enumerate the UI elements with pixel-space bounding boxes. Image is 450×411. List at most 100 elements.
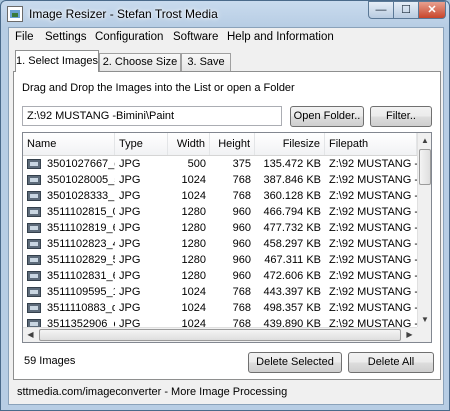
cell-filesize: 467.311 KB xyxy=(264,254,321,266)
cell-filepath: Z:\92 MUSTANG - xyxy=(329,206,417,218)
cell-width: 1280 xyxy=(181,238,206,250)
image-count: 59 Images xyxy=(24,355,76,367)
cell-filepath: Z:\92 MUSTANG - xyxy=(329,222,417,234)
delete-selected-button[interactable]: Delete Selected xyxy=(248,352,342,373)
close-button[interactable]: ✕ xyxy=(418,1,446,19)
table-row[interactable]: 3511102831_6... JPG 1280 960 472.606 KB Z:\92… xyxy=(23,268,417,284)
table-row[interactable]: 3501028333_1... JPG 1024 768 360.128 KB Z:\92… xyxy=(23,188,417,204)
cell-type: JPG xyxy=(119,238,141,250)
cell-type: JPG xyxy=(119,254,141,266)
column-header-type[interactable]: Type xyxy=(115,133,168,155)
table-row[interactable]: 3511102815_0... JPG 1280 960 466.794 KB Z:\92… xyxy=(23,204,417,220)
table-row[interactable]: 3511102819_6... JPG 1280 960 477.732 KB Z:\92… xyxy=(23,220,417,236)
menu-file[interactable]: File xyxy=(15,31,34,43)
folder-path-input[interactable]: Z:\92 MUSTANG -Bimini\Paint xyxy=(22,106,282,126)
cell-height: 960 xyxy=(232,222,251,234)
cell-name: 3501028333_1... xyxy=(47,190,115,202)
cell-height: 768 xyxy=(232,190,251,202)
cell-name: 3511102823_4... xyxy=(47,238,115,250)
table-row[interactable]: 3511102829_5... JPG 1280 960 467.311 KB Z:\92… xyxy=(23,252,417,268)
image-list[interactable]: Name Type Width Height Filesize Filepath… xyxy=(22,132,432,343)
menu-help[interactable]: Help and Information xyxy=(227,31,334,43)
menu-settings[interactable]: Settings xyxy=(45,31,87,43)
window-title: Image Resizer - Stefan Trost Media xyxy=(29,7,218,21)
scroll-right-arrow-icon[interactable]: ▶ xyxy=(402,328,417,342)
open-folder-button[interactable]: Open Folder.. xyxy=(290,106,364,127)
vertical-scroll-thumb[interactable] xyxy=(419,149,431,185)
cell-name: 3511102819_6... xyxy=(47,222,115,234)
scroll-left-arrow-icon[interactable]: ◀ xyxy=(23,328,38,342)
cell-height: 375 xyxy=(232,158,251,170)
scroll-up-arrow-icon[interactable]: ▲ xyxy=(418,133,431,148)
table-row[interactable]: 3501027667_d... JPG 500 375 135.472 KB Z:\92 … xyxy=(23,156,417,172)
horizontal-scroll-thumb[interactable] xyxy=(39,329,401,341)
cell-filepath: Z:\92 MUSTANG - xyxy=(329,254,417,266)
cell-name: 3501028005_5... xyxy=(47,174,115,186)
vertical-scrollbar[interactable]: ▲ ▼ xyxy=(417,133,431,327)
image-file-icon xyxy=(27,159,41,169)
column-header-height[interactable]: Height xyxy=(210,133,255,155)
cell-name: 3511102831_6... xyxy=(47,270,115,282)
image-file-icon xyxy=(27,255,41,265)
cell-filesize: 387.846 KB xyxy=(263,174,322,186)
cell-filepath: Z:\92 MUSTANG - xyxy=(329,174,417,186)
list-rows: 3501027667_d... JPG 500 375 135.472 KB Z:\92 … xyxy=(23,156,417,332)
cell-type: JPG xyxy=(119,206,141,218)
cell-width: 1280 xyxy=(181,222,206,234)
cell-height: 960 xyxy=(232,206,251,218)
filter-button[interactable]: Filter.. xyxy=(370,106,432,127)
image-file-icon xyxy=(27,239,41,249)
cell-type: JPG xyxy=(119,174,141,186)
minimize-button[interactable]: — xyxy=(368,1,394,19)
scroll-down-arrow-icon[interactable]: ▼ xyxy=(418,312,431,327)
app-window: Image Resizer - Stefan Trost Media — ☐ ✕… xyxy=(0,0,450,411)
cell-width: 1280 xyxy=(181,270,206,282)
cell-name: 3511102829_5... xyxy=(47,254,115,266)
column-header-name[interactable]: Name xyxy=(23,133,115,155)
cell-type: JPG xyxy=(119,286,141,298)
column-header-filesize[interactable]: Filesize xyxy=(255,133,325,155)
maximize-button[interactable]: ☐ xyxy=(393,1,419,19)
cell-type: JPG xyxy=(119,222,141,234)
cell-width: 1024 xyxy=(181,174,206,186)
tab-save[interactable]: 3. Save xyxy=(181,53,231,71)
drag-drop-hint: Drag and Drop the Images into the List o… xyxy=(22,82,295,94)
step-tabs: 1. Select Images 2. Choose Size 3. Save xyxy=(9,50,443,72)
cell-height: 960 xyxy=(232,238,251,250)
image-file-icon xyxy=(27,303,41,313)
image-file-icon xyxy=(27,287,41,297)
cell-width: 1024 xyxy=(181,286,206,298)
cell-width: 1280 xyxy=(181,206,206,218)
table-row[interactable]: 3501028005_5... JPG 1024 768 387.846 KB Z:\92… xyxy=(23,172,417,188)
title-bar[interactable]: Image Resizer - Stefan Trost Media — ☐ ✕ xyxy=(1,1,449,27)
cell-height: 960 xyxy=(232,270,251,282)
cell-height: 960 xyxy=(232,254,251,266)
table-row[interactable]: 3511109595_1... JPG 1024 768 443.397 KB Z:\92… xyxy=(23,284,417,300)
cell-filesize: 498.357 KB xyxy=(263,302,322,314)
table-row[interactable]: 3511102823_4... JPG 1280 960 458.297 KB Z:\92… xyxy=(23,236,417,252)
cell-filesize: 360.128 KB xyxy=(263,190,322,202)
cell-type: JPG xyxy=(119,190,141,202)
horizontal-scrollbar[interactable]: ◀ ▶ xyxy=(23,327,417,342)
menu-configuration[interactable]: Configuration xyxy=(95,31,163,43)
column-header-filepath[interactable]: Filepath xyxy=(325,133,417,155)
delete-all-button[interactable]: Delete All xyxy=(348,352,434,373)
cell-type: JPG xyxy=(119,302,141,314)
cell-filesize: 477.732 KB xyxy=(263,222,322,234)
footer-link[interactable]: sttmedia.com/imageconverter - More Image… xyxy=(17,386,287,398)
cell-name: 3511102815_0... xyxy=(47,206,115,218)
table-row[interactable]: 3511110883_d... JPG 1024 768 498.357 KB Z:\92… xyxy=(23,300,417,316)
tab-select-images[interactable]: 1. Select Images xyxy=(15,50,99,72)
menu-software[interactable]: Software xyxy=(173,31,218,43)
tab-choose-size[interactable]: 2. Choose Size xyxy=(99,53,181,71)
cell-filepath: Z:\92 MUSTANG - xyxy=(329,302,417,314)
cell-height: 768 xyxy=(232,286,251,298)
image-file-icon xyxy=(27,207,41,217)
cell-filesize: 458.297 KB xyxy=(263,238,322,250)
cell-name: 3501027667_d... xyxy=(47,158,115,170)
cell-filesize: 472.606 KB xyxy=(263,270,322,282)
scroll-corner xyxy=(417,327,431,342)
client-area: File Settings Configuration Software Hel… xyxy=(8,27,444,405)
list-header: Name Type Width Height Filesize Filepath xyxy=(23,133,417,156)
column-header-width[interactable]: Width xyxy=(168,133,210,155)
